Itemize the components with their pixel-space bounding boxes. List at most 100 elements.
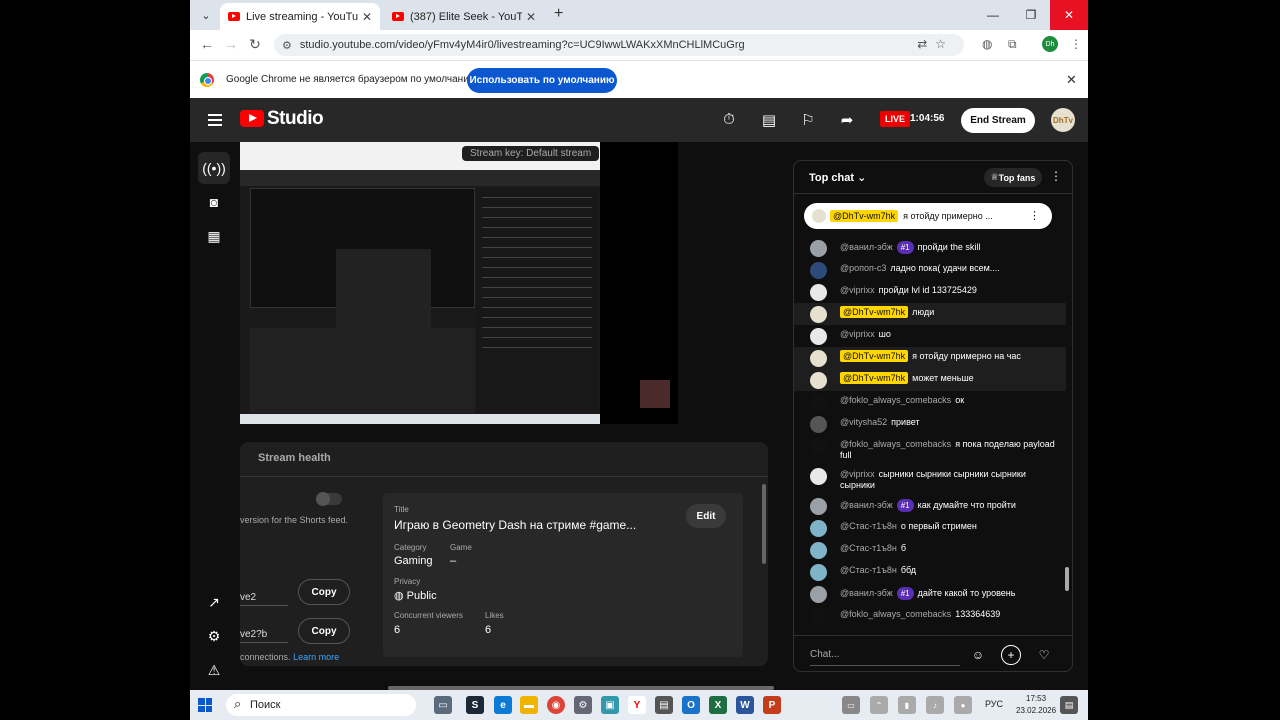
tray-icon[interactable]: ⌃ <box>870 696 888 714</box>
message-author[interactable]: @ванил-эбж <box>840 588 893 598</box>
message-author[interactable]: @ропоп-с3 <box>840 263 886 273</box>
tab-elite-seek[interactable]: (387) Elite Seek - YouTube ✕ <box>384 3 544 30</box>
chrome-menu-icon[interactable]: ⋮ <box>1070 37 1082 51</box>
chat-message[interactable]: @foklo_always_comebacks 133364639 <box>794 605 1072 627</box>
stream-key-dropdown[interactable]: Stream key: Default stream <box>462 146 600 161</box>
app-icon[interactable]: ▤ <box>655 696 673 714</box>
chat-message[interactable]: @ванил-эбж #1 пройди the skill <box>794 237 1072 259</box>
timer-icon[interactable]: ⏱ <box>720 111 738 128</box>
notifications-icon[interactable]: ▤ <box>1060 696 1078 714</box>
pinned-message[interactable]: @DhTv-wm7hk я отойду примерно ... ⋮ <box>804 203 1052 229</box>
task-view-icon[interactable]: ▭ <box>434 696 452 714</box>
translate-bookmark-icons[interactable]: ⇄☆ <box>917 37 954 51</box>
edge-icon[interactable]: e <box>494 696 512 714</box>
tray-icon[interactable]: ▭ <box>842 696 860 714</box>
profile-avatar[interactable]: Dh <box>1042 36 1058 52</box>
expand-icon[interactable]: ↗ <box>198 586 230 618</box>
message-author[interactable]: @foklo_always_comebacks <box>840 395 951 405</box>
app-icon[interactable]: ▣ <box>601 696 619 714</box>
heart-icon[interactable]: ♡ <box>1034 645 1054 665</box>
mic-icon[interactable]: ● <box>954 696 972 714</box>
chat-message[interactable]: @viprixx сырники сырники сырники сырники … <box>794 465 1072 495</box>
chat-message[interactable]: @ванил-эбж #1 как думайте что пройти <box>794 495 1072 517</box>
settings-icon[interactable]: ⚙ <box>198 620 230 652</box>
backup-url-field[interactable]: ve2?b <box>240 629 288 643</box>
site-info-icon[interactable]: ⚙ <box>282 39 292 52</box>
webcam-icon[interactable]: ◙ <box>198 186 230 218</box>
bookmark-icon[interactable]: ⚐ <box>799 111 817 129</box>
windows-start-icon[interactable] <box>198 698 212 712</box>
powerpoint-icon[interactable]: P <box>763 696 781 714</box>
message-author[interactable]: @foklo_always_comebacks <box>840 609 951 619</box>
emoji-icon[interactable]: ☺ <box>968 645 988 665</box>
chat-message[interactable]: @Стас-т1ъ8н б <box>794 539 1072 561</box>
tab-stream-health[interactable]: Stream health <box>258 452 331 464</box>
stream-url-field[interactable]: ve2 <box>240 592 288 606</box>
message-author[interactable]: @ванил-эбж <box>840 500 893 510</box>
stream-preview[interactable]: Stream key: Default stream <box>240 142 678 424</box>
volume-icon[interactable]: ♪ <box>926 696 944 714</box>
close-infobar-icon[interactable]: ✕ <box>1066 72 1077 88</box>
message-author[interactable]: @viprixx <box>840 285 875 295</box>
message-author[interactable]: @viprixx <box>840 329 875 339</box>
new-tab-icon[interactable]: + <box>554 5 563 23</box>
extensions-puzzle-icon[interactable]: ⧉ <box>1008 37 1017 52</box>
chrome-taskbar-icon[interactable]: ◉ <box>547 696 565 714</box>
feedback-icon[interactable]: ⚠ <box>198 654 230 686</box>
chat-message[interactable]: @viprixx шо <box>794 325 1072 347</box>
set-default-button[interactable]: Использовать по умолчанию <box>467 68 617 93</box>
pinned-menu-icon[interactable]: ⋮ <box>1029 209 1040 222</box>
edit-button[interactable]: Edit <box>686 504 726 528</box>
chat-input[interactable]: Chat... <box>810 644 960 666</box>
copy-url-button[interactable]: Copy <box>298 579 350 605</box>
language-indicator[interactable]: РУС <box>985 699 1003 709</box>
message-author[interactable]: @foklo_always_comebacks <box>840 439 951 449</box>
message-author[interactable]: @DhTv-wm7hk <box>840 372 909 384</box>
top-fans-button[interactable]: ♕ Top fans <box>984 168 1042 187</box>
shorts-toggle[interactable] <box>316 492 342 506</box>
extension-icon[interactable]: ◍ <box>982 37 992 51</box>
message-author[interactable]: @Стас-т1ъ8н <box>840 521 897 531</box>
chat-message[interactable]: @foklo_always_comebacks ок <box>794 391 1072 413</box>
chat-scrollbar[interactable] <box>1065 567 1069 591</box>
menu-icon[interactable] <box>208 114 222 129</box>
message-author[interactable]: @Стас-т1ъ8н <box>840 565 897 575</box>
minimize-icon[interactable]: — <box>974 0 1012 30</box>
taskbar-search[interactable]: Поиск <box>226 694 416 716</box>
chat-message[interactable]: @foklo_always_comebacks я пока поделаю pa… <box>794 435 1072 465</box>
excel-icon[interactable]: X <box>709 696 727 714</box>
end-stream-button[interactable]: End Stream <box>961 108 1035 133</box>
yandex-icon[interactable]: Y <box>628 696 646 714</box>
settings-taskbar-icon[interactable]: ⚙ <box>574 696 592 714</box>
file-explorer-icon[interactable]: ▬ <box>520 696 538 714</box>
learn-more-link[interactable]: Learn more <box>293 652 339 662</box>
chat-message[interactable]: @ропоп-с3 ладно пока( удачи всем.... <box>794 259 1072 281</box>
tab-live-streaming[interactable]: Live streaming - YouTube Studio ✕ <box>220 3 380 30</box>
chat-menu-icon[interactable]: ⋮ <box>1050 169 1062 183</box>
clock[interactable]: 17:53 23.02.2026 <box>1016 693 1056 717</box>
address-bar[interactable]: ⚙ studio.youtube.com/video/yFmv4yM4ir0/l… <box>274 34 964 56</box>
stream-icon[interactable]: ((•)) <box>198 152 230 184</box>
chat-message[interactable]: @Стас-т1ъ8н о первый стримен <box>794 517 1072 539</box>
message-author[interactable]: @DhTv-wm7hk <box>840 350 909 362</box>
steam-icon[interactable]: S <box>466 696 484 714</box>
channel-avatar[interactable]: DhTv <box>1051 108 1075 132</box>
network-icon[interactable]: ▮ <box>898 696 916 714</box>
chat-message[interactable]: @vityshа52 привет <box>794 413 1072 435</box>
chat-message[interactable]: @DhTv-wm7hk может меньше <box>794 369 1066 391</box>
chat-message[interactable]: @viprixx пройди lvl id 133725429 <box>794 281 1072 303</box>
clips-icon[interactable]: ▤ <box>760 111 778 129</box>
calendar-icon[interactable]: ▦ <box>198 220 230 252</box>
reload-icon[interactable]: ↻ <box>246 36 264 53</box>
message-author[interactable]: @vityshа52 <box>840 417 887 427</box>
share-icon[interactable]: ➦ <box>838 111 856 129</box>
copy-backup-url-button[interactable]: Copy <box>298 618 350 644</box>
close-tab-icon[interactable]: ✕ <box>526 10 536 24</box>
chat-message[interactable]: @DhTv-wm7hk я отойду примерно на час <box>794 347 1066 369</box>
message-author[interactable]: @ванил-эбж <box>840 242 893 252</box>
message-author[interactable]: @viprixx <box>840 469 875 479</box>
chat-mode-dropdown[interactable]: Top chat ⌄ <box>809 171 866 184</box>
chat-message[interactable]: @Стас-т1ъ8н ббд <box>794 561 1072 583</box>
message-author[interactable]: @DhTv-wm7hk <box>840 306 909 318</box>
forward-icon[interactable]: → <box>222 36 240 52</box>
